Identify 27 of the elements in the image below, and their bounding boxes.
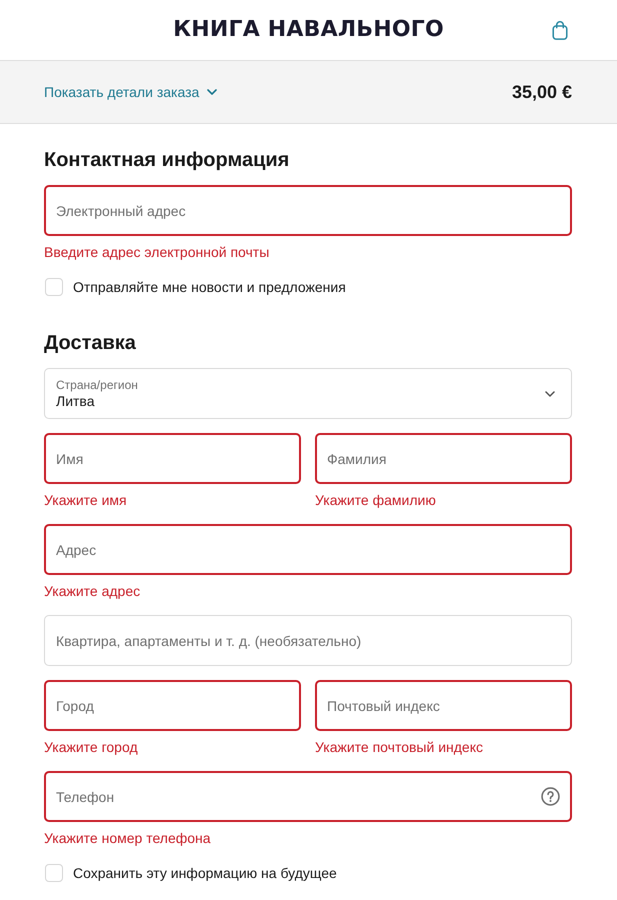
- error-message: Укажите город: [44, 738, 138, 757]
- input-field[interactable]: Адрес: [44, 524, 572, 575]
- order-total: 35,00 €: [512, 81, 572, 103]
- checkbox[interactable]: [45, 864, 63, 882]
- help-icon[interactable]: [541, 787, 560, 806]
- section-heading: Доставка: [44, 331, 137, 355]
- shopping-bag-icon[interactable]: [552, 20, 568, 40]
- checkbox[interactable]: [45, 278, 63, 296]
- input-field[interactable]: Почтовый индекс: [315, 680, 572, 731]
- section-heading: Контактная информация: [44, 148, 290, 172]
- error-message: Укажите почтовый индекс: [315, 738, 483, 757]
- error-message: Укажите номер телефона: [44, 829, 211, 848]
- store-title[interactable]: КНИГА НАВАЛЬНОГО: [173, 17, 444, 43]
- input-field[interactable]: Город: [44, 680, 301, 731]
- input-field[interactable]: Телефон: [44, 771, 572, 822]
- country-select[interactable]: Страна/регион Литва: [44, 368, 572, 419]
- checkbox-label[interactable]: Сохранить эту информацию на будущее: [73, 864, 337, 882]
- input-field[interactable]: Имя: [44, 433, 301, 484]
- chevron-icon: [545, 390, 555, 396]
- checkbox-label[interactable]: Отправляйте мне новости и предложения: [73, 278, 346, 296]
- error-message: Укажите адрес: [44, 582, 140, 601]
- error-message: Укажите имя: [44, 491, 127, 510]
- error-message: Введите адрес электронной почты: [44, 243, 270, 262]
- input-field[interactable]: Электронный адрес: [44, 185, 572, 236]
- input-field[interactable]: Фамилия: [315, 433, 572, 484]
- order-details-toggle[interactable]: Показать детали заказа: [44, 83, 218, 101]
- error-message: Укажите фамилию: [315, 491, 436, 510]
